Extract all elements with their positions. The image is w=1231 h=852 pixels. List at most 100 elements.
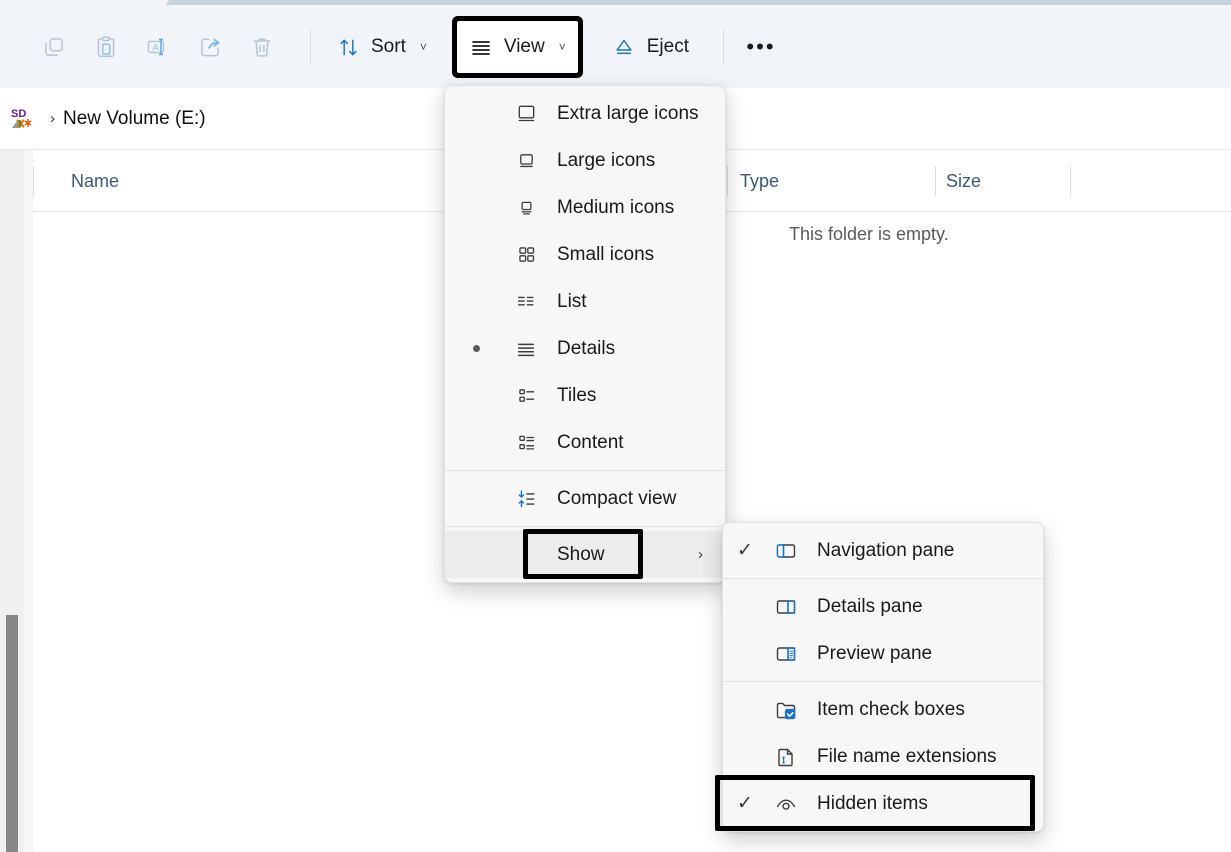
file-name-extensions-icon (767, 745, 805, 769)
menu-item-medium-icons[interactable]: Medium icons (445, 184, 725, 231)
menu-item-label: Show (545, 544, 605, 566)
paste-icon (93, 34, 119, 60)
navigation-pane-icon (767, 539, 805, 563)
copy-icon (41, 34, 67, 60)
menu-item-check-gutter: ✓ (723, 794, 767, 813)
navigation-pane (0, 150, 24, 852)
share-button[interactable] (184, 23, 236, 71)
view-button[interactable]: View ˅ (457, 21, 578, 73)
extra-large-icons-icon (507, 102, 545, 125)
medium-icons-icon (507, 198, 545, 217)
svg-text:SD: SD (11, 108, 26, 120)
chevron-down-icon: ˅ (559, 40, 566, 54)
tab-strip-edge (166, 0, 1231, 5)
breadcrumb-path[interactable]: New Volume (E:) (63, 108, 206, 130)
menu-item-details[interactable]: Details (445, 325, 725, 372)
menu-item-label: Details (545, 338, 615, 360)
show-submenu: ✓ Navigation pane (722, 522, 1044, 832)
eject-label: Eject (647, 36, 689, 58)
content-view-icon (507, 432, 545, 453)
menu-item-label: Large icons (545, 150, 655, 172)
menu-item-item-check-boxes[interactable]: Item check boxes (723, 686, 1043, 733)
details-pane-icon (767, 595, 805, 619)
paste-button[interactable] (80, 23, 132, 71)
menu-item-small-icons[interactable]: Small icons (445, 231, 725, 278)
eject-icon (612, 35, 636, 59)
selected-radio-dot (473, 345, 480, 352)
check-icon: ✓ (737, 541, 753, 560)
sort-label: Sort (371, 36, 406, 58)
menu-item-content[interactable]: Content (445, 419, 725, 466)
menu-item-label: Item check boxes (805, 699, 965, 721)
menu-item-label: Content (545, 432, 624, 454)
file-explorer-window: A (0, 0, 1231, 852)
copy-button[interactable] (28, 23, 80, 71)
menu-item-preview-pane[interactable]: Preview pane (723, 630, 1043, 677)
toolbar-divider-2 (723, 30, 724, 64)
submenu-chevron-icon: › (698, 546, 703, 563)
menu-item-large-icons[interactable]: Large icons (445, 137, 725, 184)
delete-button[interactable] (236, 23, 288, 71)
item-check-boxes-icon (767, 698, 805, 722)
menu-separator-1 (445, 470, 725, 471)
menu-item-label: Tiles (545, 385, 596, 407)
menu-item-label: Details pane (805, 596, 923, 618)
view-icon (469, 35, 493, 59)
rename-button[interactable]: A (132, 23, 184, 71)
column-header-name[interactable]: Name (71, 150, 119, 212)
sort-button[interactable]: Sort ˅ (325, 21, 439, 73)
column-divider-1[interactable] (727, 166, 728, 196)
command-bar-icon-group: A (0, 21, 784, 73)
view-label: View (504, 36, 545, 58)
details-view-icon (507, 338, 545, 360)
hidden-items-icon (767, 792, 805, 816)
more-options-button[interactable]: ••• (738, 24, 784, 70)
column-header-type[interactable]: Type (740, 150, 779, 212)
menu-separator-2 (445, 526, 725, 527)
submenu-separator-1 (723, 578, 1043, 579)
column-header-size[interactable]: Size (946, 150, 981, 212)
navigation-pane-scrollbar-thumb[interactable] (6, 615, 18, 852)
menu-item-extra-large-icons[interactable]: Extra large icons (445, 90, 725, 137)
menu-item-hidden-items[interactable]: ✓ Hidden items (723, 780, 1043, 827)
menu-item-navigation-pane[interactable]: ✓ Navigation pane (723, 527, 1043, 574)
sort-icon (337, 36, 360, 59)
menu-item-tiles[interactable]: Tiles (445, 372, 725, 419)
menu-item-label: Small icons (545, 244, 654, 266)
delete-icon (249, 34, 275, 60)
svg-text:A: A (153, 43, 160, 54)
menu-item-check-gutter: ✓ (723, 541, 767, 560)
preview-pane-icon (767, 642, 805, 666)
menu-item-label: Medium icons (545, 197, 674, 219)
eject-button[interactable]: Eject (600, 21, 701, 73)
small-icons-icon (507, 244, 545, 265)
large-icons-icon (507, 150, 545, 171)
menu-item-label: Navigation pane (805, 540, 954, 562)
menu-item-label: Extra large icons (545, 103, 699, 125)
command-bar: A (0, 6, 1231, 88)
menu-item-file-name-extensions[interactable]: File name extensions (723, 733, 1043, 780)
menu-item-selection-gutter (445, 345, 507, 352)
sd-card-icon: SD (10, 106, 36, 132)
column-divider-3[interactable] (1070, 166, 1071, 196)
menu-item-label: Preview pane (805, 643, 932, 665)
empty-folder-message: This folder is empty. (789, 224, 949, 245)
check-icon: ✓ (737, 794, 753, 813)
breadcrumb-separator: › (42, 110, 63, 127)
menu-item-compact-view[interactable]: Compact view (445, 475, 725, 522)
menu-item-label: Hidden items (805, 793, 928, 815)
menu-item-details-pane[interactable]: Details pane (723, 583, 1043, 630)
column-divider-0[interactable] (33, 166, 34, 196)
menu-item-label: Compact view (545, 488, 676, 510)
toolbar-divider-1 (310, 30, 311, 64)
menu-item-show[interactable]: Show › (445, 531, 725, 578)
menu-item-list[interactable]: List (445, 278, 725, 325)
column-divider-2[interactable] (935, 166, 936, 196)
menu-item-label: List (545, 291, 587, 313)
chevron-down-icon: ˅ (420, 40, 427, 54)
navigation-pane-splitter[interactable] (24, 150, 33, 852)
share-icon (197, 34, 223, 60)
compact-view-icon (507, 488, 545, 510)
view-dropdown-menu: Extra large icons Large icons Medium ico… (444, 85, 726, 583)
menu-item-label: File name extensions (805, 746, 997, 768)
